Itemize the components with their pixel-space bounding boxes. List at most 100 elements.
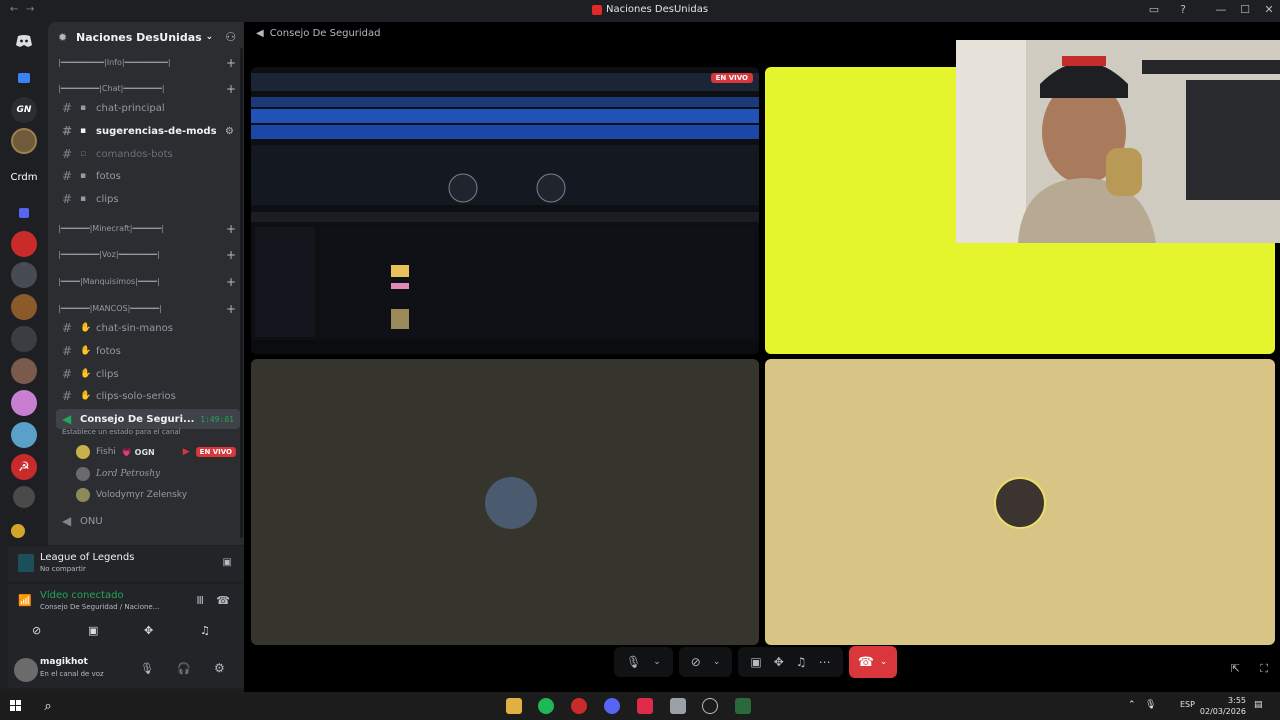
add-channel-icon[interactable]: + [226, 56, 236, 70]
fullscreen-icon[interactable]: ⛶ [1260, 662, 1268, 676]
screen-share-icon[interactable]: ▣ [223, 557, 232, 568]
microphone-icon[interactable]: 🎙 [140, 662, 154, 675]
category-mancos[interactable]: |━━━━━━|MANCOS|━━━━━━| + [58, 302, 238, 318]
voice-user[interactable]: Fishi 💗 OGN ▶ EN VIVO [76, 443, 237, 461]
screen-share-icon[interactable]: ▣ [88, 624, 98, 637]
voice-channel-onu[interactable]: ◀ ONU [56, 511, 240, 531]
avatar[interactable] [14, 658, 38, 682]
obs-icon[interactable] [702, 698, 718, 714]
server-grey-icon[interactable] [11, 262, 37, 288]
username[interactable]: magikhot [40, 657, 88, 667]
folder-icon[interactable] [11, 65, 37, 91]
soundboard-icon[interactable]: ♫ [200, 624, 210, 637]
keyboard-language[interactable]: ESP [1180, 700, 1195, 709]
channel-clips-solo-serios[interactable]: # ✋ clips-solo-serios [56, 386, 240, 406]
guild-header[interactable]: ✹ Naciones DesUnidas ⌄ ⚇ [48, 22, 244, 52]
voice-channel-consejo[interactable]: ◀ Consejo De Seguri... 1:49:01 [56, 409, 240, 429]
discord-home-icon[interactable] [11, 28, 37, 54]
channel-clips[interactable]: # ▪ clips [56, 189, 240, 209]
activities-icon[interactable]: ✥ [144, 624, 153, 637]
search-icon[interactable]: ⌕ [40, 698, 56, 714]
camera-off-icon[interactable]: ⊘ [691, 655, 701, 669]
clock[interactable]: 3:55 02/03/2026 [1200, 695, 1246, 717]
channel-chat-principal[interactable]: # ▪ chat-principal [56, 98, 240, 118]
video-tile[interactable] [765, 359, 1275, 645]
league-icon[interactable] [735, 698, 751, 714]
file-explorer-icon[interactable] [506, 698, 522, 714]
server-gn[interactable]: GN [11, 97, 37, 123]
category-minecraft[interactable]: |━━━━━━|Minecraft|━━━━━━| + [58, 222, 238, 238]
server-dark-icon[interactable] [11, 326, 37, 352]
sidebar-scrollbar[interactable] [240, 48, 243, 538]
voice-user[interactable]: Volodymyr Zelensky [76, 486, 187, 504]
spotify-icon[interactable] [538, 698, 554, 714]
channel-fotos-2[interactable]: # ✋ fotos [56, 341, 240, 361]
channel-sugerencias[interactable]: # ▪ sugerencias-de-mods ⚙ [56, 121, 240, 141]
chevron-down-icon[interactable]: ⌄ [653, 657, 661, 667]
settings-gear-icon[interactable]: ⚙ [214, 661, 225, 675]
server-game-icon[interactable] [11, 294, 37, 320]
activities-icon[interactable]: ✥ [774, 655, 784, 669]
mic-control[interactable]: 🎙 ⌄ [614, 647, 673, 677]
inbox-icon[interactable]: ▭ [1144, 3, 1164, 16]
add-channel-icon[interactable]: + [226, 248, 236, 262]
help-icon[interactable]: ? [1173, 3, 1193, 16]
server-anime-icon[interactable] [11, 390, 37, 416]
close-button[interactable]: ✕ [1259, 3, 1279, 16]
voice-connected-channel[interactable]: Consejo De Seguridad / Nacione... [40, 603, 159, 611]
minimize-button[interactable]: — [1211, 3, 1231, 16]
tray-chevron-icon[interactable]: ⌃ [1128, 700, 1136, 710]
server-landscape-icon[interactable] [11, 358, 37, 384]
add-channel-icon[interactable]: + [226, 222, 236, 236]
chevron-down-icon[interactable]: ⌄ [713, 657, 721, 667]
add-channel-icon[interactable]: + [226, 82, 236, 96]
notifications-icon[interactable]: ▤ [1254, 700, 1263, 710]
server-meme-icon[interactable] [11, 422, 37, 448]
channel-clips-2[interactable]: # ✋ clips [56, 364, 240, 384]
add-channel-icon[interactable]: + [226, 302, 236, 316]
server-crdm[interactable]: Crdm [8, 164, 40, 190]
server-hammer-icon[interactable]: ☭ [11, 454, 37, 480]
server-red-icon[interactable] [11, 231, 37, 257]
popout-icon[interactable]: ⇱ [1231, 662, 1240, 675]
microphone-icon[interactable]: 🎙 [626, 655, 641, 669]
folder-icon-2[interactable] [11, 200, 37, 226]
more-icon[interactable]: ⋯ [819, 655, 831, 669]
discord-icon[interactable] [604, 698, 620, 714]
screen-share-icon[interactable]: ▣ [750, 655, 761, 669]
tray-mic-icon[interactable]: 🎙 [1145, 700, 1156, 710]
camera-overlay[interactable] [956, 40, 1280, 243]
channel-fotos[interactable]: # ▪ fotos [56, 166, 240, 186]
noise-suppression-icon[interactable]: Ⅲ [196, 594, 204, 607]
voice-connected-title[interactable]: Vídeo conectado [40, 590, 124, 601]
server-small-icon[interactable] [13, 486, 35, 508]
category-info[interactable]: |━━━━━━━━━|Info|━━━━━━━━━| + [58, 56, 238, 72]
channel-settings-icon[interactable]: ⚙ [225, 126, 234, 137]
category-chat[interactable]: |━━━━━━━━|Chat|━━━━━━━━| + [58, 82, 238, 98]
voice-channel-status[interactable]: Establece un estado para el canal [62, 428, 181, 436]
app-icon[interactable] [637, 698, 653, 714]
disconnect-icon[interactable]: ☎ [216, 594, 230, 607]
forward-arrow-icon[interactable]: → [26, 4, 34, 15]
camera-off-icon[interactable]: ⊘ [32, 624, 41, 637]
maximize-button[interactable]: ☐ [1235, 3, 1255, 16]
add-channel-icon[interactable]: + [226, 275, 236, 289]
category-voz[interactable]: |━━━━━━━━|Voz|━━━━━━━━| + [58, 248, 238, 264]
channel-chat-sin-manos[interactable]: # ✋ chat-sin-manos [56, 318, 240, 338]
stream-tile[interactable]: EN VIVO [251, 67, 759, 354]
app-icon[interactable] [670, 698, 686, 714]
server-shield-icon[interactable] [11, 128, 37, 154]
disconnect-button[interactable]: ☎ ⌄ [848, 646, 897, 678]
channel-comandos-bots[interactable]: # ▫ comandos-bots [56, 144, 240, 164]
camera-control[interactable]: ⊘ ⌄ [678, 647, 733, 677]
headphones-icon[interactable]: 🎧 [177, 662, 191, 675]
category-manquisimos[interactable]: |━━━━|Manquisimos|━━━━| + [58, 275, 238, 291]
opera-icon[interactable] [571, 698, 587, 714]
voice-user[interactable]: Lord Petroshy [76, 465, 160, 483]
soundboard-icon[interactable]: ♫ [796, 655, 807, 669]
invite-icon[interactable]: ⚇ [225, 30, 236, 44]
video-tile[interactable] [251, 359, 759, 645]
back-arrow-icon[interactable]: ← [10, 4, 18, 15]
server-yellow-icon[interactable] [11, 524, 25, 538]
windows-start-icon[interactable] [8, 698, 24, 714]
